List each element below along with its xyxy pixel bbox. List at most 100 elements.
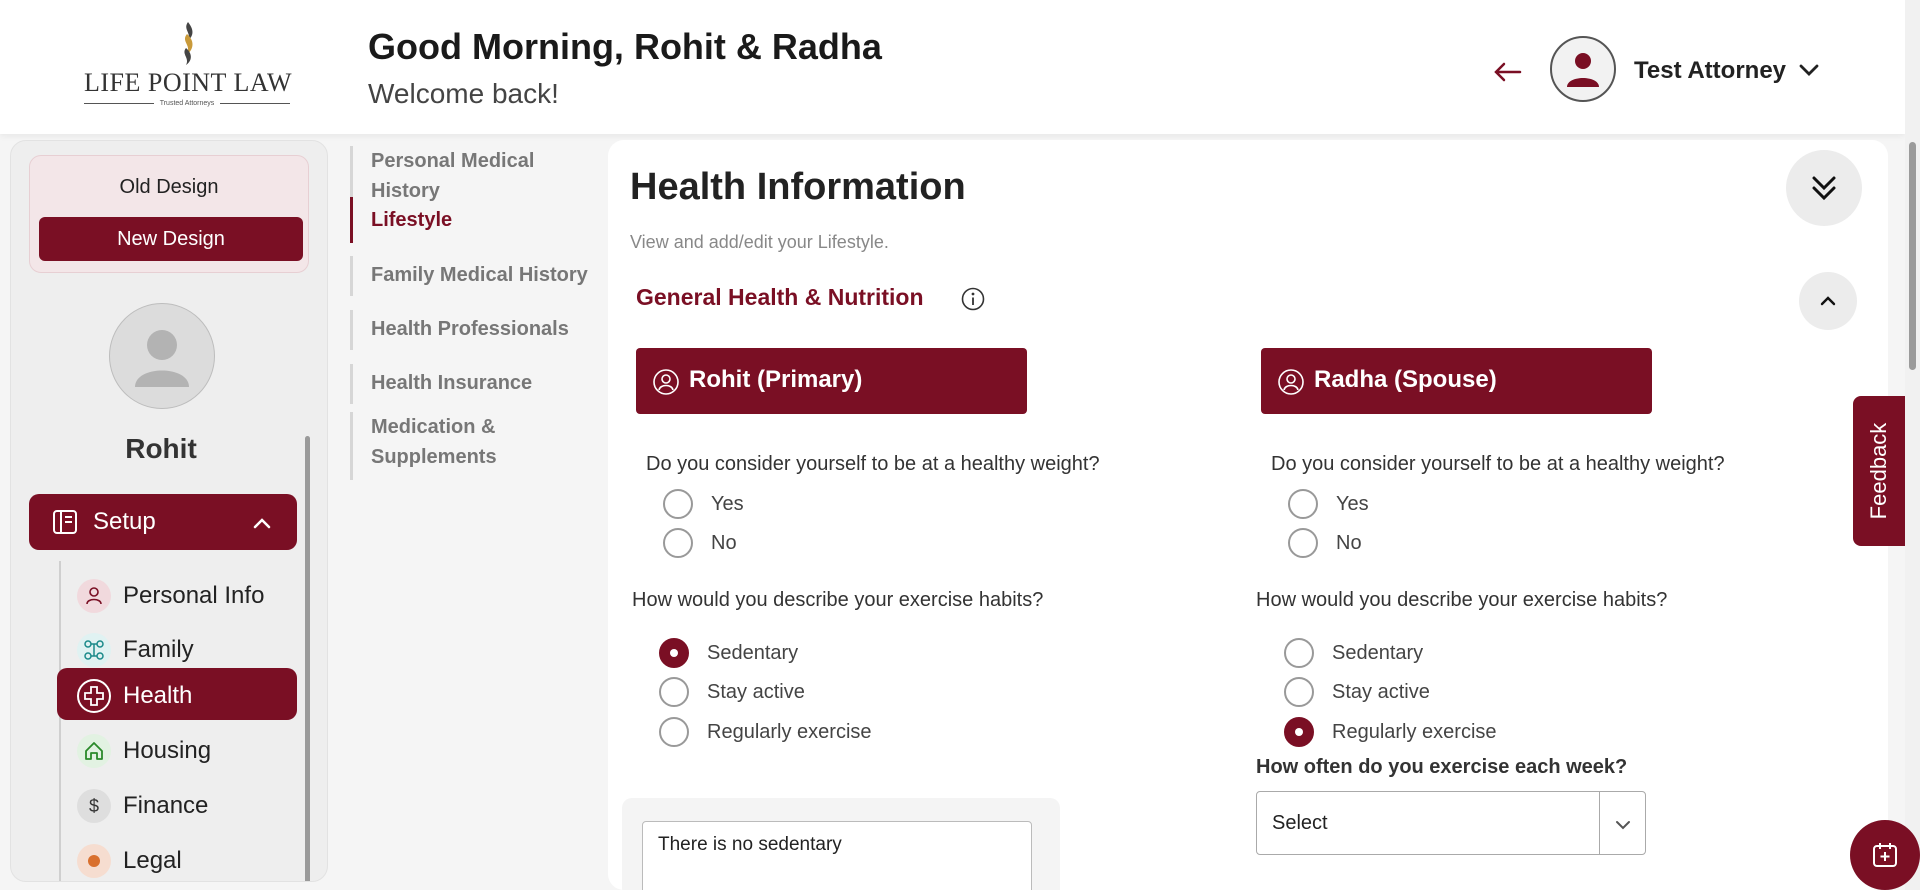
spouse-weight-yes[interactable]: Yes <box>1288 488 1369 520</box>
old-design-button[interactable]: Old Design <box>30 176 308 199</box>
select-value: Select <box>1272 812 1328 834</box>
scrollbar-thumb[interactable] <box>1909 142 1916 370</box>
primary-exercise-question: How would you describe your exercise hab… <box>632 589 1044 611</box>
user-avatar-icon[interactable] <box>1550 36 1616 102</box>
sidebar-item-label: Housing <box>123 737 212 764</box>
subnav-health-professionals[interactable]: Health Professionals <box>350 310 569 350</box>
profile-avatar <box>109 303 215 409</box>
radio-button[interactable] <box>1288 528 1318 558</box>
primary-weight-question: Do you consider yourself to be at a heal… <box>646 453 1100 475</box>
sidebar-scrollbar[interactable] <box>305 436 310 881</box>
spouse-weight-question: Do you consider yourself to be at a heal… <box>1271 453 1725 475</box>
calendar-add-button[interactable] <box>1850 820 1920 890</box>
primary-weight-no[interactable]: No <box>663 527 737 559</box>
sidebar-item-label: Personal Info <box>123 582 265 609</box>
spouse-weight-no[interactable]: No <box>1288 527 1362 559</box>
health-information-panel: Health Information View and add/edit you… <box>608 140 1888 890</box>
subnav-medication-supplements[interactable]: Medication & Supplements <box>350 412 530 480</box>
legal-icon <box>77 844 111 878</box>
house-icon <box>77 734 111 768</box>
setup-label: Setup <box>93 508 156 535</box>
sidebar-item-label: Legal <box>123 847 182 874</box>
subnav-family-medical-history[interactable]: Family Medical History <box>350 256 588 296</box>
primary-exercise-stay-active[interactable]: Stay active <box>659 676 805 708</box>
page-subtitle: View and add/edit your Lifestyle. <box>630 232 889 252</box>
setup-menu-button[interactable]: Setup <box>29 494 297 550</box>
primary-weight-yes[interactable]: Yes <box>663 488 744 520</box>
setup-book-icon <box>53 510 77 534</box>
chevron-up-icon <box>1820 296 1836 306</box>
radio-button[interactable] <box>663 489 693 519</box>
life-point-law-logo[interactable]: LIFE POINT LAW Trusted Attorneys <box>84 20 293 110</box>
sidebar-item-label: Family <box>123 636 194 663</box>
person-silhouette-icon <box>135 330 189 387</box>
sidebar-item-label: Health <box>123 682 193 709</box>
spouse-exercise-question: How would you describe your exercise hab… <box>1256 589 1668 611</box>
primary-explain-textarea[interactable]: There is no sedentary <box>642 821 1032 890</box>
health-subnav: Personal Medical History Lifestyle Famil… <box>350 140 608 480</box>
feedback-label: Feedback <box>1866 422 1891 520</box>
subnav-lifestyle[interactable]: Lifestyle <box>350 197 452 243</box>
spouse-exercise-stay-active[interactable]: Stay active <box>1284 676 1430 708</box>
spouse-frequency-question: How often do you exercise each week? <box>1256 756 1628 778</box>
chevron-up-icon <box>253 518 271 529</box>
person-circle-icon <box>653 369 679 395</box>
flame-logo-icon <box>184 22 193 65</box>
design-toggle: Old Design New Design <box>29 155 309 273</box>
spouse-person-name: Radha (Spouse) <box>1314 366 1497 393</box>
sidebar-item-personal-info[interactable]: Personal Info <box>57 568 297 620</box>
radio-button[interactable] <box>663 528 693 558</box>
spouse-exercise-sedentary[interactable]: Sedentary <box>1284 637 1423 669</box>
radio-button[interactable] <box>1284 638 1314 668</box>
arrow-left-icon[interactable] <box>1490 52 1526 92</box>
user-name[interactable]: Test Attorney <box>1634 57 1786 85</box>
greeting-block: Good Morning, Rohit & Radha Welcome back… <box>368 26 882 110</box>
double-chevron-down-icon <box>1812 176 1836 201</box>
sidebar-item-legal[interactable]: Legal <box>57 833 297 881</box>
greeting-subtitle: Welcome back! <box>368 78 559 109</box>
chevron-down-icon[interactable] <box>1796 58 1822 82</box>
logo-tagline: Trusted Attorneys <box>84 100 291 107</box>
dollar-icon: $ <box>77 789 111 823</box>
spouse-exercise-regularly[interactable]: Regularly exercise <box>1284 716 1497 748</box>
new-design-button[interactable]: New Design <box>39 217 303 261</box>
medical-cross-icon <box>77 679 111 713</box>
page-title: Health Information <box>630 166 966 208</box>
radio-button[interactable] <box>1284 677 1314 707</box>
primary-exercise-regularly[interactable]: Regularly exercise <box>659 716 872 748</box>
chevron-down-icon <box>1616 821 1630 830</box>
radio-button[interactable] <box>659 638 689 668</box>
select-divider <box>1599 792 1600 854</box>
radio-button[interactable] <box>659 677 689 707</box>
logo-brand-text: LIFE POINT LAW <box>84 68 293 97</box>
spouse-frequency-select[interactable]: Select <box>1256 791 1646 855</box>
profile-name: Rohit <box>125 433 197 464</box>
collapse-all-button[interactable] <box>1786 150 1862 226</box>
left-sidebar: Old Design New Design Rohit Setup Person… <box>10 140 328 882</box>
section-collapse-button[interactable] <box>1799 272 1857 330</box>
family-tree-icon <box>77 633 111 667</box>
sidebar-item-housing[interactable]: Housing <box>57 723 297 775</box>
primary-person-header: Rohit (Primary) <box>636 348 1027 414</box>
person-icon <box>77 579 111 613</box>
sidebar-item-label: Finance <box>123 792 209 819</box>
sidebar-item-health[interactable]: Health <box>57 668 297 720</box>
primary-exercise-sedentary[interactable]: Sedentary <box>659 637 798 669</box>
section-title: General Health & Nutrition <box>636 284 924 310</box>
info-icon[interactable] <box>960 286 986 312</box>
calendar-plus-icon <box>1873 843 1897 867</box>
top-header: LIFE POINT LAW Trusted Attorneys Good Mo… <box>0 0 1905 134</box>
radio-button[interactable] <box>1288 489 1318 519</box>
primary-explain-box: There is no sedentary <box>622 798 1060 890</box>
person-circle-icon <box>1278 369 1304 395</box>
subnav-health-insurance[interactable]: Health Insurance <box>350 364 532 404</box>
sidebar-item-finance[interactable]: $ Finance <box>57 778 297 830</box>
primary-person-name: Rohit (Primary) <box>689 366 863 393</box>
feedback-tab[interactable]: Feedback <box>1853 396 1905 546</box>
sidebar-item-family[interactable]: Family <box>57 622 297 674</box>
spouse-person-header: Radha (Spouse) <box>1261 348 1652 414</box>
radio-button[interactable] <box>659 717 689 747</box>
page-scrollbar[interactable] <box>1905 0 1920 890</box>
greeting-title: Good Morning, Rohit & Radha <box>368 26 882 67</box>
radio-button[interactable] <box>1284 717 1314 747</box>
